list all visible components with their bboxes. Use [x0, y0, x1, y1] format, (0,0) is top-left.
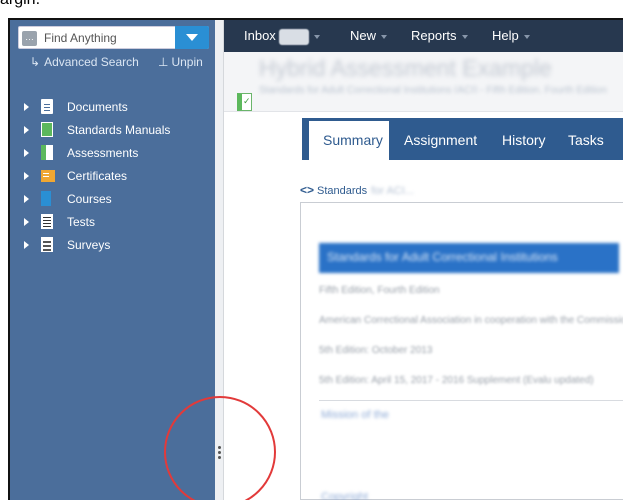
tab-bar: Summary Assignment History Tasks: [302, 118, 623, 160]
chevron-down-icon: [523, 34, 530, 39]
reports-label: Reports: [411, 28, 457, 43]
sidebar-nav: Documents Standards Manuals Assessments …: [10, 96, 215, 257]
advanced-search-link[interactable]: ↳ Advanced Search: [30, 55, 139, 69]
sidebar-item-label: Documents: [67, 100, 128, 114]
search-input[interactable]: … Find Anything: [18, 26, 209, 49]
inbox-count-badge: [278, 28, 309, 45]
sidebar-item-surveys[interactable]: Surveys: [10, 234, 215, 257]
assessment-page-icon: [237, 93, 252, 111]
code-toggle-icon[interactable]: <>: [300, 183, 314, 197]
document-line: Fifth Edition, Fourth Edition: [319, 285, 440, 296]
breadcrumb-rest: for ACI...: [371, 185, 414, 197]
document-link[interactable]: Copyright: [321, 491, 368, 500]
sidebar-item-label: Tests: [67, 215, 96, 229]
document-line: 5th Edition: October 2013: [319, 345, 433, 356]
inbox-label: Inbox: [244, 28, 276, 43]
breadcrumb-standards-link[interactable]: Standards: [317, 185, 367, 197]
page-subtitle: Standards for Adult Correctional Institu…: [259, 85, 607, 93]
assessment-icon: [41, 145, 53, 160]
chevron-down-icon: [313, 34, 320, 39]
page-header: Hybrid Assessment Example Standards for …: [224, 52, 623, 112]
tab-tasks[interactable]: Tasks: [568, 118, 604, 160]
expand-caret-icon[interactable]: [24, 172, 29, 180]
sidebar-item-label: Surveys: [67, 238, 111, 252]
search-dropdown-button[interactable]: [175, 26, 209, 49]
help-label: Help: [492, 28, 519, 43]
sidebar-item-certificates[interactable]: Certificates: [10, 165, 215, 188]
pin-icon: ⊥: [158, 55, 169, 69]
document-title-bar: Standards for Adult Correctional Institu…: [319, 243, 619, 273]
screenshot-root: argin. … Find Anything ↳Advanced Search …: [0, 0, 623, 500]
tab-history[interactable]: History: [502, 118, 546, 160]
caption-text: argin.: [0, 0, 40, 9]
document-link[interactable]: Mission of the: [321, 409, 389, 421]
certificate-icon: [41, 170, 55, 182]
sidebar-item-courses[interactable]: Courses: [10, 188, 215, 211]
manual-icon: [41, 122, 53, 137]
top-navbar: Inbox New Reports Help: [224, 20, 623, 52]
breadcrumb: <> Standards for ACI...: [300, 183, 414, 197]
expand-caret-icon[interactable]: [24, 195, 29, 203]
help-menu[interactable]: Help: [492, 28, 530, 43]
sidebar-utility-row: ↳ Advanced Search ⊥ Unpin: [10, 54, 215, 70]
expand-caret-icon[interactable]: [24, 149, 29, 157]
sidebar-item-standards-manuals[interactable]: Standards Manuals: [10, 119, 215, 142]
course-icon: [41, 191, 51, 206]
advanced-search-label: Advanced Search: [44, 55, 139, 69]
document-divider: [319, 400, 623, 401]
tab-assignment[interactable]: Assignment: [404, 118, 477, 160]
app-window: … Find Anything ↳ Advanced Search ⊥ Unpin …: [8, 18, 623, 500]
test-icon: [41, 214, 53, 229]
document-viewer: Standards for Adult Correctional Institu…: [300, 202, 623, 500]
sidebar-item-label: Certificates: [67, 169, 128, 183]
survey-icon: [41, 237, 53, 252]
expand-caret-icon[interactable]: [24, 241, 29, 249]
tab-summary[interactable]: Summary: [309, 118, 389, 160]
document-line: American Correctional Association in coo…: [319, 315, 623, 326]
expand-caret-icon[interactable]: [24, 103, 29, 111]
new-label: New: [350, 28, 377, 43]
reports-menu[interactable]: Reports: [411, 28, 468, 43]
chevron-down-icon: [461, 34, 468, 39]
sidebar-item-tests[interactable]: Tests: [10, 211, 215, 234]
document-icon: [41, 99, 53, 114]
expand-caret-icon[interactable]: [24, 126, 29, 134]
search-scope-icon: …: [22, 31, 37, 46]
sidebar-item-label: Courses: [67, 192, 112, 206]
expand-caret-icon[interactable]: [24, 218, 29, 226]
annotation-circle: [164, 396, 276, 500]
chevron-down-icon: [381, 34, 388, 39]
sidebar-item-assessments[interactable]: Assessments: [10, 142, 215, 165]
unpin-button[interactable]: ⊥ Unpin: [158, 55, 203, 69]
inbox-menu[interactable]: Inbox: [244, 28, 320, 45]
sidebar-item-documents[interactable]: Documents: [10, 96, 215, 119]
unpin-label: Unpin: [171, 55, 203, 69]
search-placeholder: Find Anything: [44, 31, 117, 45]
document-title: Standards for Adult Correctional Institu…: [327, 250, 558, 264]
new-menu[interactable]: New: [350, 28, 388, 43]
document-line: 5th Edition: April 15, 2017 - 2016 Suppl…: [319, 375, 594, 386]
page-title: Hybrid Assessment Example: [259, 55, 552, 81]
return-arrow-icon: ↳: [30, 55, 41, 69]
sidebar-item-label: Assessments: [67, 146, 139, 160]
sidebar-item-label: Standards Manuals: [67, 123, 171, 137]
